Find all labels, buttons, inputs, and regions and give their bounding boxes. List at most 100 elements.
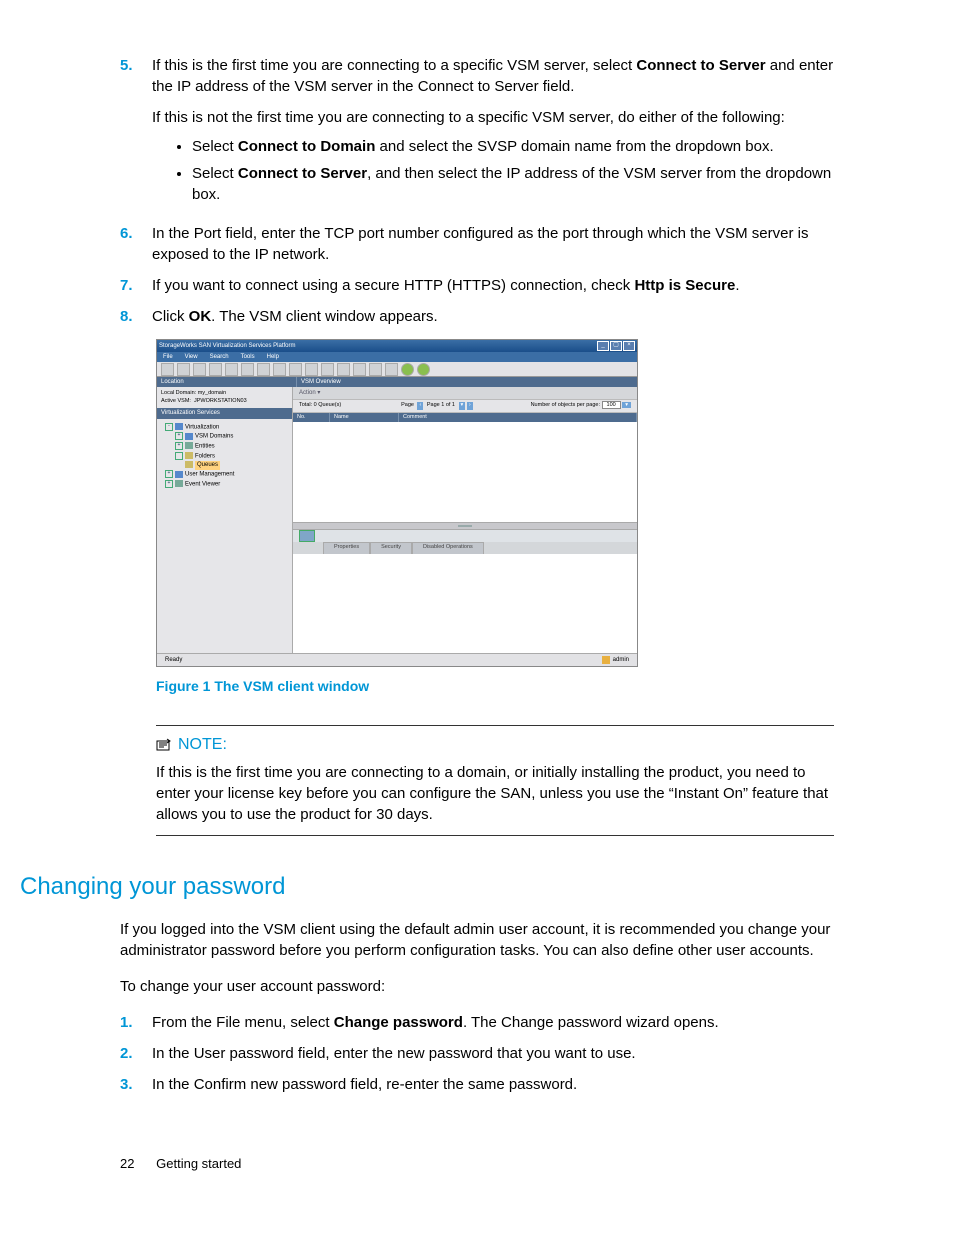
tree-virtualization[interactable]: -Virtualization: [165, 423, 290, 433]
menu-tools[interactable]: Tools: [241, 353, 255, 361]
tb-next-icon[interactable]: [369, 363, 382, 376]
page-footer: 22 Getting started: [120, 1155, 834, 1173]
col-name[interactable]: Name: [330, 413, 399, 422]
step-number: 7.: [120, 275, 152, 296]
pager: Page ‹ Page 1 of 1 ▾ ›: [399, 402, 473, 410]
minimize-icon[interactable]: _: [597, 341, 609, 351]
page-drop[interactable]: ▾: [459, 402, 466, 410]
page-next[interactable]: ›: [467, 402, 473, 410]
tb-back-icon[interactable]: [161, 363, 174, 376]
step7-text: If you want to connect using a secure HT…: [152, 275, 834, 296]
note-icon: [156, 738, 172, 752]
splitter[interactable]: [293, 522, 637, 530]
stepb1-text: From the File menu, select Change passwo…: [152, 1012, 834, 1033]
table-body: [293, 422, 637, 522]
figure-caption: Figure 1 The VSM client window: [156, 677, 834, 697]
steps-upper: 5. If this is the first time you are con…: [120, 55, 834, 327]
status-text: Ready: [165, 656, 182, 664]
stepb2-text: In the User password field, enter the ne…: [152, 1043, 834, 1064]
tb-help-icon[interactable]: [401, 363, 414, 376]
note-body: If this is the first time you are connec…: [156, 762, 834, 825]
step8-text: Click OK. The VSM client window appears.: [152, 306, 834, 327]
close-icon[interactable]: ×: [623, 341, 635, 351]
tb-folder-icon[interactable]: [305, 363, 318, 376]
tb-fwd-icon[interactable]: [177, 363, 190, 376]
note-label: NOTE:: [178, 734, 227, 756]
tb-pause-icon[interactable]: [353, 363, 366, 376]
window-title: StorageWorks SAN Virtualization Services…: [159, 342, 296, 350]
tb-up-icon[interactable]: [193, 363, 206, 376]
step5-p2: If this is not the first time you are co…: [152, 107, 834, 128]
vs-header: Virtualization Services: [157, 408, 292, 418]
tb-about-icon[interactable]: [417, 363, 430, 376]
tb-copy-icon[interactable]: [273, 363, 286, 376]
tb-stop-icon[interactable]: [225, 363, 238, 376]
total-count: Total: 0 Queue(s): [299, 402, 341, 410]
step-number: 6.: [120, 223, 152, 265]
chapter-name: Getting started: [156, 1156, 241, 1171]
step6-text: In the Port field, enter the TCP port nu…: [152, 223, 834, 265]
magnify-icon[interactable]: [299, 530, 315, 542]
figure-screenshot: StorageWorks SAN Virtualization Services…: [156, 339, 834, 667]
step-number: 8.: [120, 306, 152, 327]
tb-refresh-icon[interactable]: [241, 363, 254, 376]
section-p1: If you logged into the VSM client using …: [120, 919, 834, 961]
stepb3-text: In the Confirm new password field, re-en…: [152, 1074, 834, 1095]
per-page-input[interactable]: 100: [602, 401, 621, 409]
section-p2: To change your user account password:: [120, 976, 834, 997]
tb-home-icon[interactable]: [209, 363, 222, 376]
maximize-icon[interactable]: ▢: [610, 341, 622, 351]
detail-pane: [293, 554, 637, 654]
tree-vsm-domains[interactable]: +VSM Domains: [175, 432, 290, 442]
tree-queues[interactable]: Queues: [185, 461, 290, 470]
domains-icon: [185, 433, 193, 440]
step-number: 1.: [120, 1012, 152, 1033]
tb-delete-icon[interactable]: [321, 363, 334, 376]
step5-bullets: Select Connect to Domain and select the …: [152, 136, 834, 205]
step5-p1: If this is the first time you are connec…: [152, 55, 834, 97]
menu-search[interactable]: Search: [210, 353, 229, 361]
tab-security[interactable]: Security: [370, 542, 412, 554]
location-label: Location: [157, 377, 296, 387]
events-icon: [175, 480, 183, 487]
menu-view[interactable]: View: [185, 353, 198, 361]
toolbar: [157, 362, 637, 377]
table-header: No. Name Comment: [293, 413, 637, 422]
tb-paste-icon[interactable]: [289, 363, 302, 376]
section-heading: Changing your password: [20, 870, 834, 904]
page-prev[interactable]: ‹: [417, 402, 423, 410]
tree-entities[interactable]: +Entities: [175, 442, 290, 452]
tb-prev-icon[interactable]: [385, 363, 398, 376]
domain-info: Local Domain: my_domain Active VSM: JPWO…: [157, 387, 292, 408]
overview-label: VSM Overview: [296, 377, 637, 387]
col-no[interactable]: No.: [293, 413, 330, 422]
queue-icon: [185, 461, 193, 468]
tab-properties[interactable]: Properties: [323, 542, 370, 554]
folder-icon: [185, 452, 193, 459]
action-menu[interactable]: Action ▾: [299, 389, 320, 397]
page-number: 22: [120, 1156, 134, 1171]
entities-icon: [185, 442, 193, 449]
nav-tree: -Virtualization +VSM Domains +Entities F…: [157, 419, 292, 653]
col-comment[interactable]: Comment: [399, 413, 637, 422]
tree-event-viewer[interactable]: +Event Viewer: [165, 480, 290, 490]
per-page-drop[interactable]: ▾: [622, 402, 631, 408]
tree-user-mgmt[interactable]: +User Management: [165, 470, 290, 480]
folder-icon: [175, 423, 183, 430]
menu-file[interactable]: File: [163, 353, 173, 361]
tb-play-icon[interactable]: [337, 363, 350, 376]
user-icon: [602, 656, 610, 664]
tb-cut-icon[interactable]: [257, 363, 270, 376]
step-number: 2.: [120, 1043, 152, 1064]
menu-help[interactable]: Help: [267, 353, 279, 361]
detail-tabs: Properties Security Disabled Operations: [293, 542, 637, 554]
step-number: 5.: [120, 55, 152, 213]
menubar: File View Search Tools Help: [157, 352, 637, 362]
tab-disabled-ops[interactable]: Disabled Operations: [412, 542, 484, 554]
status-user: admin: [613, 656, 629, 664]
note-block: NOTE: If this is the first time you are …: [156, 725, 834, 836]
step-number: 3.: [120, 1074, 152, 1095]
users-icon: [175, 471, 183, 478]
steps-lower: 1. From the File menu, select Change pas…: [120, 1012, 834, 1095]
tree-folders[interactable]: Folders: [175, 452, 290, 462]
